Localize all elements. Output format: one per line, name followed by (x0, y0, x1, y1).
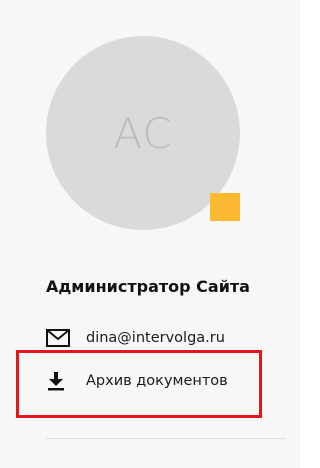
divider (46, 438, 286, 439)
email-link[interactable]: dina@intervolga.ru (46, 327, 225, 349)
envelope-icon (46, 327, 72, 349)
email-label: dina@intervolga.ru (86, 330, 225, 346)
avatar-initials: AC (113, 108, 173, 158)
profile-card: AC Администратор Сайта dina@intervolga.r… (0, 0, 303, 468)
profile-name: Администратор Сайта (46, 277, 250, 296)
documents-archive-link[interactable]: Архив документов (46, 370, 228, 392)
archive-label: Архив документов (86, 373, 228, 389)
download-icon (46, 370, 72, 392)
card-edge (300, 0, 303, 468)
status-indicator (210, 193, 240, 221)
